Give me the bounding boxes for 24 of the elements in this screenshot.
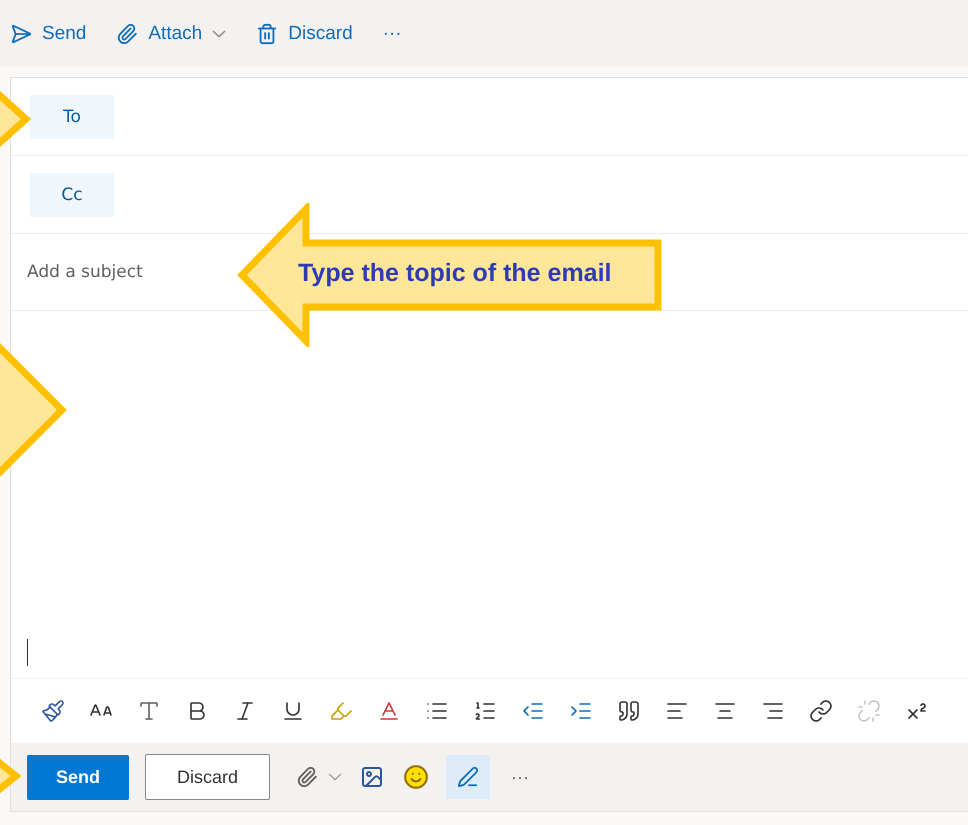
more-options-button[interactable]: ··· [506,755,534,799]
format-pen-icon[interactable] [446,755,490,799]
chevron-down-icon [328,773,342,781]
chevron-down-icon [212,30,226,38]
discard-button[interactable]: Discard [256,22,353,44]
paperclip-icon [116,22,138,44]
cc-button[interactable]: Cc [30,172,114,216]
numbered-list-icon[interactable] [473,699,497,723]
to-button[interactable]: To [30,94,114,138]
text-cursor [27,639,28,666]
send-icon [10,22,32,44]
link-icon[interactable] [809,699,833,723]
paintbrush-icon[interactable] [41,699,65,723]
send-button[interactable]: Send [27,754,129,800]
paperclip-icon [296,766,318,788]
more-options-button[interactable]: ··· [382,22,402,44]
attach-button[interactable]: Attach [116,22,226,44]
callout-text: Type the topic of the email [298,259,612,288]
discard-button[interactable]: Discard [145,754,270,800]
quote-icon[interactable] [617,699,641,723]
trash-icon [256,22,278,44]
pointer-arrow [0,756,22,796]
pointer-arrow [0,88,32,150]
send-button[interactable]: Send [10,22,86,44]
